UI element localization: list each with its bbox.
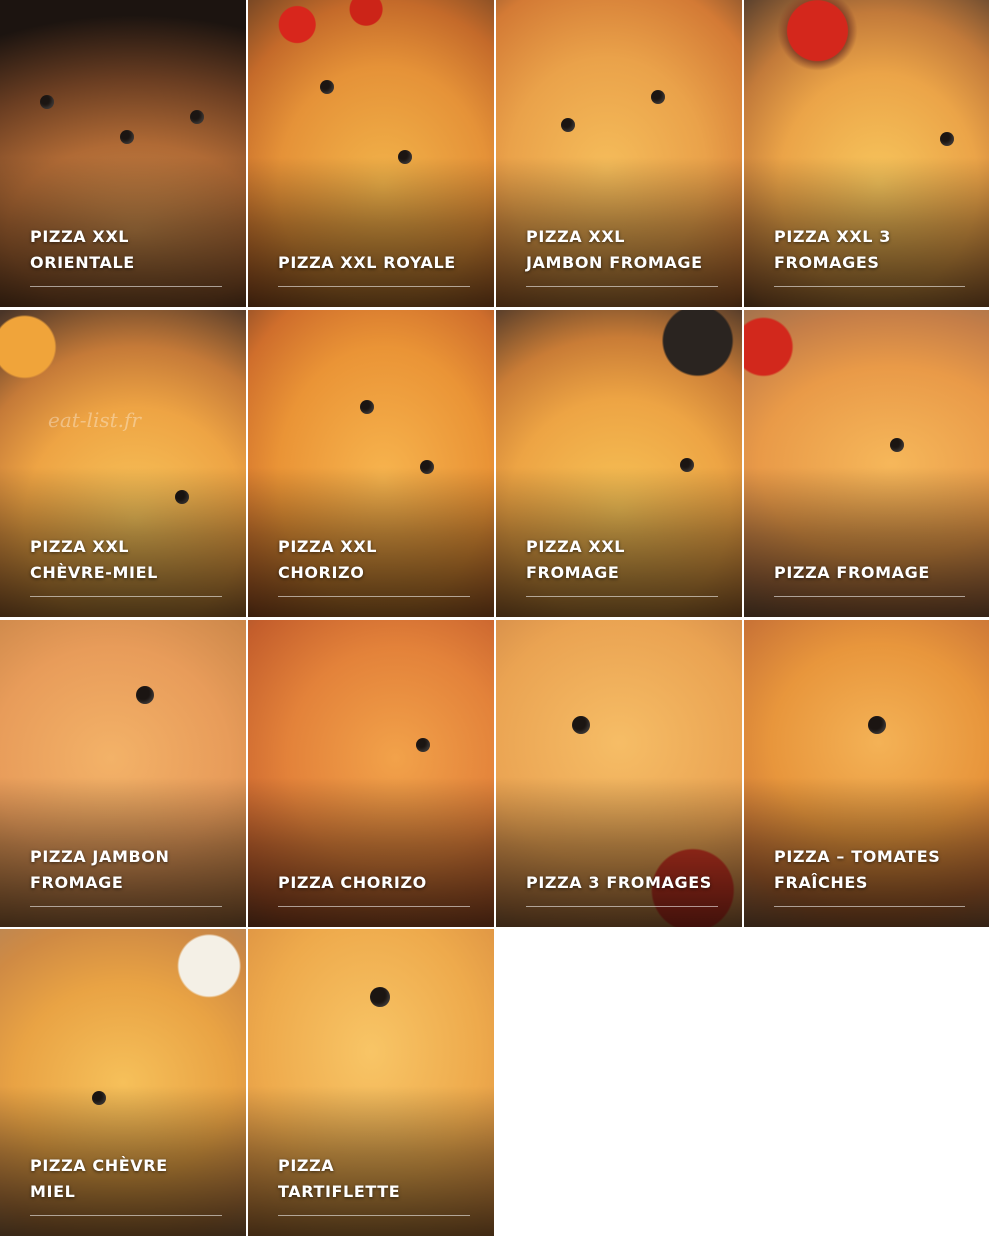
olive-icon [651, 90, 665, 104]
menu-item-pizza-fromage[interactable]: PIZZA FROMAGE [744, 310, 989, 617]
menu-item-pizza-tomates-fraiches[interactable]: PIZZA – TOMATES FRAÎCHES [744, 620, 989, 927]
menu-item-pizza-jambon-fromage[interactable]: PIZZA JAMBON FROMAGE [0, 620, 246, 927]
menu-item-label: PIZZA XXL ROYALE [278, 253, 456, 272]
menu-item-pizza-xxl-fromage[interactable]: PIZZA XXL FROMAGE [496, 310, 742, 617]
olive-icon [320, 80, 334, 94]
olive-icon [561, 118, 575, 132]
divider [526, 286, 718, 287]
menu-item-label: PIZZA XXL 3 FROMAGES [774, 227, 892, 272]
menu-item-pizza-3-fromages[interactable]: PIZZA 3 FROMAGES [496, 620, 742, 927]
divider [774, 286, 965, 287]
menu-item-label: PIZZA XXL JAMBON FROMAGE [526, 227, 703, 272]
menu-item-label: PIZZA XXL ORIENTALE [30, 227, 135, 272]
menu-item-label: PIZZA JAMBON FROMAGE [30, 847, 170, 892]
menu-item-label: PIZZA TARTIFLETTE [278, 1156, 401, 1201]
menu-item-label: PIZZA – TOMATES FRAÎCHES [774, 847, 941, 892]
olive-icon [40, 95, 54, 109]
olive-icon [572, 716, 590, 734]
menu-item-label: PIZZA FROMAGE [774, 563, 930, 582]
menu-item-label: PIZZA CHÈVRE MIEL [30, 1156, 168, 1201]
menu-item-label: PIZZA 3 FROMAGES [526, 873, 712, 892]
divider [30, 1215, 222, 1216]
divider [774, 596, 965, 597]
olive-icon [360, 400, 374, 414]
olive-icon [890, 438, 904, 452]
olive-icon [370, 987, 390, 1007]
menu-item-pizza-xxl-chevre-miel[interactable]: eat-list.fr PIZZA XXL CHÈVRE-MIEL [0, 310, 246, 617]
menu-item-pizza-xxl-jambon-fromage[interactable]: PIZZA XXL JAMBON FROMAGE [496, 0, 742, 307]
menu-item-label: PIZZA XXL CHÈVRE-MIEL [30, 537, 158, 582]
olive-icon [416, 738, 430, 752]
menu-item-label: PIZZA CHORIZO [278, 873, 427, 892]
divider [30, 906, 222, 907]
olive-icon [868, 716, 886, 734]
divider [278, 596, 470, 597]
divider [774, 906, 965, 907]
divider [30, 286, 222, 287]
pizza-menu-grid: PIZZA XXL ORIENTALE PIZZA XXL ROYALE PIZ… [0, 0, 989, 1236]
menu-item-label: PIZZA XXL FROMAGE [526, 537, 626, 582]
menu-item-pizza-chevre-miel[interactable]: PIZZA CHÈVRE MIEL [0, 929, 246, 1236]
menu-item-pizza-xxl-royale[interactable]: PIZZA XXL ROYALE [248, 0, 494, 307]
divider [526, 906, 718, 907]
divider [278, 1215, 470, 1216]
olive-icon [940, 132, 954, 146]
menu-item-pizza-xxl-orientale[interactable]: PIZZA XXL ORIENTALE [0, 0, 246, 307]
menu-item-label: PIZZA XXL CHORIZO [278, 537, 378, 582]
menu-item-pizza-xxl-3-fromages[interactable]: PIZZA XXL 3 FROMAGES [744, 0, 989, 307]
divider [30, 596, 222, 597]
divider [526, 596, 718, 597]
menu-item-pizza-chorizo[interactable]: PIZZA CHORIZO [248, 620, 494, 927]
menu-item-pizza-tartiflette[interactable]: PIZZA TARTIFLETTE [248, 929, 494, 1236]
olive-icon [190, 110, 204, 124]
watermark: eat-list.fr [48, 408, 141, 432]
divider [278, 286, 470, 287]
olive-icon [120, 130, 134, 144]
olive-icon [136, 686, 154, 704]
divider [278, 906, 470, 907]
menu-item-pizza-xxl-chorizo[interactable]: PIZZA XXL CHORIZO [248, 310, 494, 617]
